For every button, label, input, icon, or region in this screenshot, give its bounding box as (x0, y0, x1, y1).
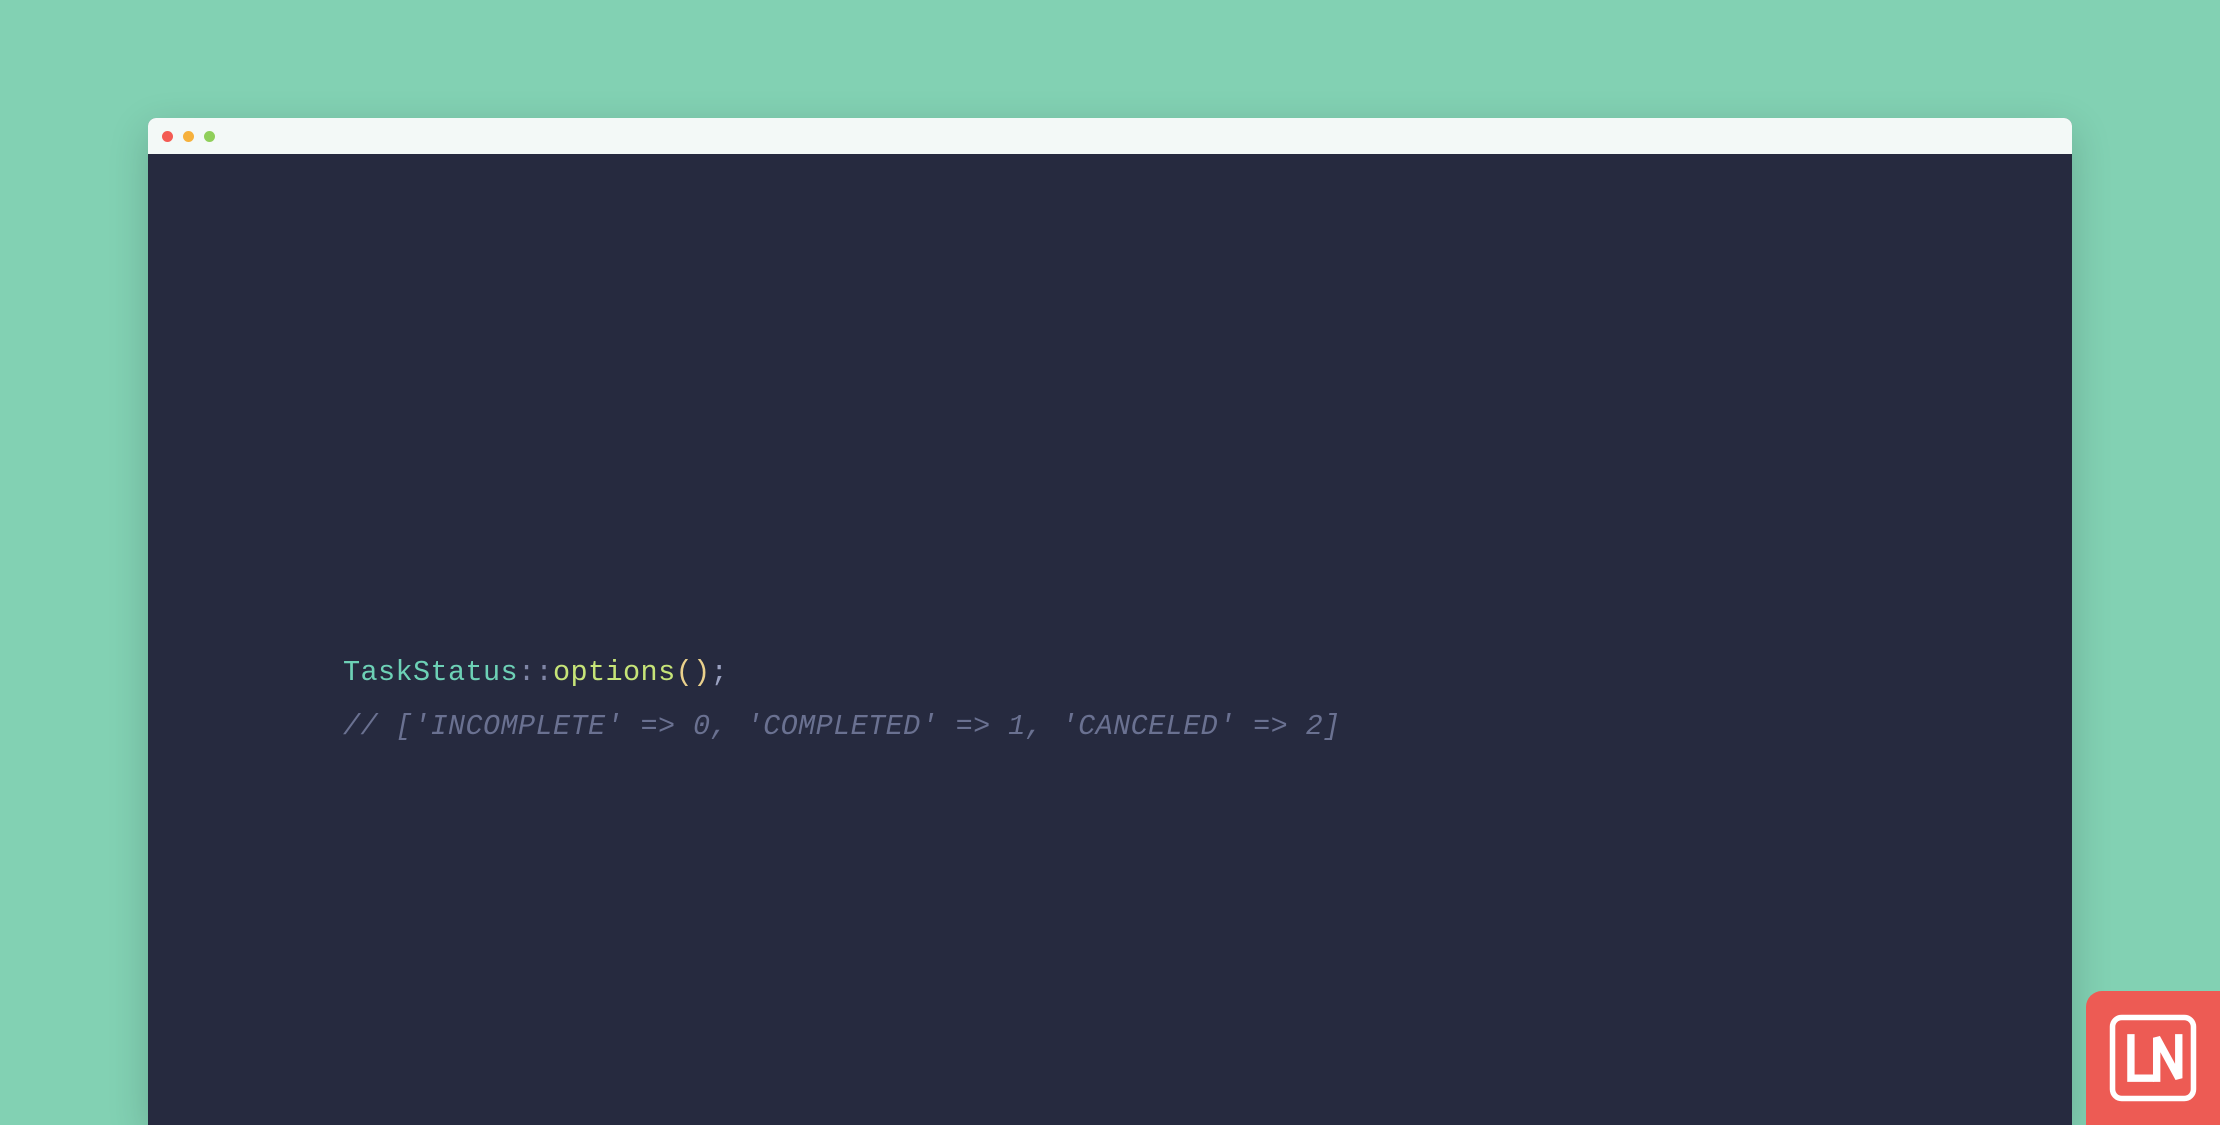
token-semicolon: ; (711, 656, 729, 689)
ln-logo-icon (2107, 1012, 2199, 1104)
window-titlebar (148, 118, 2072, 154)
code-line-1: TaskStatus::options(); (343, 656, 728, 689)
token-scope-operator: :: (518, 656, 553, 689)
code-content: TaskStatus::options(); // ['INCOMPLETE' … (343, 592, 1341, 809)
page-canvas: TaskStatus::options(); // ['INCOMPLETE' … (0, 0, 2220, 1125)
token-class-name: TaskStatus (343, 656, 518, 689)
close-icon[interactable] (162, 131, 173, 142)
code-line-2-comment: // ['INCOMPLETE' => 0, 'COMPLETED' => 1,… (343, 710, 1341, 743)
code-window: TaskStatus::options(); // ['INCOMPLETE' … (148, 118, 2072, 1125)
minimize-icon[interactable] (183, 131, 194, 142)
token-method-name: options (553, 656, 676, 689)
code-editor: TaskStatus::options(); // ['INCOMPLETE' … (148, 154, 2072, 1125)
token-paren-close: ) (693, 656, 711, 689)
token-paren-open: ( (676, 656, 694, 689)
zoom-icon[interactable] (204, 131, 215, 142)
brand-logo (2086, 991, 2220, 1125)
